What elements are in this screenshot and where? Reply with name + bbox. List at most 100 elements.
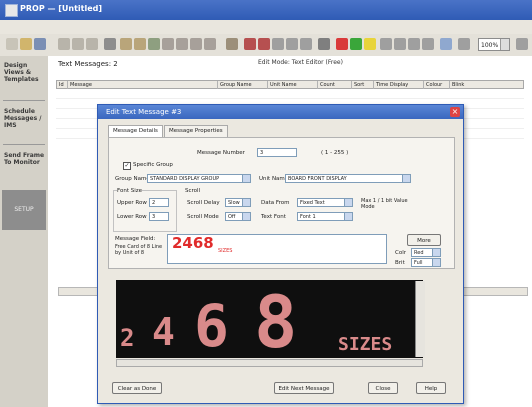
new-file-icon[interactable] [6, 38, 18, 50]
copy-icon[interactable] [72, 38, 84, 50]
open-folder-icon[interactable] [20, 38, 32, 50]
scroll-delay-label: Scroll Delay [187, 200, 220, 206]
column-header[interactable]: Unit Name [267, 81, 317, 89]
save-icon[interactable] [34, 38, 46, 50]
chevron-down-icon[interactable] [242, 213, 250, 220]
tool-icon[interactable] [244, 38, 256, 50]
chevron-down-icon[interactable] [242, 175, 250, 182]
led-char-4: 4 [152, 310, 175, 354]
column-header[interactable]: Count [317, 81, 351, 89]
colour-value: Red [414, 250, 424, 256]
group-name-select[interactable]: STANDARD DISPLAY GROUP [147, 174, 251, 183]
column-header[interactable]: Group Name [217, 81, 267, 89]
data-from-select[interactable]: Fixed Text [297, 198, 353, 207]
dialog-title: Edit Text Message #3 [98, 105, 463, 119]
colour-label: Colr [395, 250, 406, 256]
scroll-mode-value: Off [228, 214, 236, 220]
left-panel: Design Views & Templates Schedule Messag… [0, 56, 49, 407]
unit-name-select[interactable]: BOARD FRONT DISPLAY [285, 174, 411, 183]
brightness-value: Full [414, 260, 423, 266]
tool-icon[interactable] [380, 38, 392, 50]
font-size-section-label: Font Size [117, 188, 143, 194]
close-button[interactable]: Close [368, 382, 398, 394]
column-header[interactable]: Time Display [373, 81, 423, 89]
red-color-icon[interactable] [336, 38, 348, 50]
undo-icon[interactable] [226, 38, 238, 50]
vertical-scrollbar[interactable] [415, 281, 425, 357]
scroll-delay-select[interactable]: Slow [225, 198, 251, 207]
left-panel-item-design[interactable]: Design Views & Templates [4, 62, 46, 83]
paste-icon[interactable] [86, 38, 98, 50]
brightness-select[interactable]: Full [411, 258, 441, 267]
column-header[interactable]: Message [67, 81, 217, 89]
tool-icon[interactable] [422, 38, 434, 50]
chevron-down-icon[interactable] [344, 213, 352, 220]
tool-icon[interactable] [148, 38, 160, 50]
tool-icon[interactable] [318, 38, 330, 50]
scroll-mode-select[interactable]: Off [225, 212, 251, 221]
specific-group-checkbox[interactable]: ✓ [123, 162, 131, 170]
upper-row-stepper[interactable]: 2 [149, 198, 169, 207]
group-name-value: STANDARD DISPLAY GROUP [150, 176, 220, 182]
message-number-input[interactable]: 3 [257, 148, 297, 157]
tool-icon[interactable] [286, 38, 298, 50]
message-text-editor[interactable]: 2468 SIZES [167, 234, 387, 264]
tool-icon[interactable] [408, 38, 420, 50]
cut-icon[interactable] [58, 38, 70, 50]
tool-icon[interactable] [440, 38, 452, 50]
toolbar: 100% [0, 34, 532, 57]
colour-select[interactable]: Red [411, 248, 441, 257]
message-number-label: Message Number [197, 150, 245, 156]
left-panel-item-send[interactable]: Send Frame To Monitor [4, 152, 46, 166]
lower-row-label: Lower Row [117, 214, 147, 220]
message-number-range: ( 1 - 255 ) [321, 150, 349, 156]
close-icon[interactable]: × [450, 107, 460, 117]
tab-message-properties[interactable]: Message Properties [164, 125, 228, 137]
zoom-select[interactable]: 100% [478, 38, 510, 51]
yellow-color-icon[interactable] [364, 38, 376, 50]
chevron-down-icon[interactable] [432, 259, 440, 266]
tool-icon[interactable] [134, 38, 146, 50]
tool-icon[interactable] [394, 38, 406, 50]
tool-icon[interactable] [190, 38, 202, 50]
data-from-label: Data From [261, 200, 290, 206]
tool-icon[interactable] [162, 38, 174, 50]
chevron-down-icon[interactable] [500, 39, 509, 50]
clear-as-done-button[interactable]: Clear as Done [112, 382, 162, 394]
edit-next-message-button[interactable]: Edit Next Message [274, 382, 334, 394]
tool-icon[interactable] [300, 38, 312, 50]
tool-icon[interactable] [258, 38, 270, 50]
scroll-section-label: Scroll [185, 188, 201, 194]
chevron-down-icon[interactable] [432, 249, 440, 256]
data-from-value: Fixed Text [300, 200, 325, 206]
tool-icon[interactable] [176, 38, 188, 50]
chevron-down-icon[interactable] [402, 175, 410, 182]
tool-icon[interactable] [272, 38, 284, 50]
green-color-icon[interactable] [350, 38, 362, 50]
chevron-down-icon[interactable] [242, 199, 250, 206]
font-size-group [113, 190, 177, 232]
chevron-down-icon[interactable] [344, 199, 352, 206]
column-header[interactable]: Id [57, 81, 67, 89]
divider [56, 98, 524, 99]
column-header[interactable]: Colour [423, 81, 449, 89]
horizontal-scrollbar[interactable] [116, 359, 423, 367]
left-panel-setup-block[interactable]: SETUP [2, 190, 46, 230]
help-button[interactable]: Help [416, 382, 446, 394]
app-icon [5, 4, 18, 17]
divider [3, 144, 45, 145]
text-font-select[interactable]: Font 1 [297, 212, 353, 221]
left-panel-item-schedule[interactable]: Schedule Messages / IMS [4, 108, 46, 129]
print-icon[interactable] [104, 38, 116, 50]
column-header[interactable]: Sort [351, 81, 373, 89]
message-field-desc: Free Card of 8 Line by Unit of 8 [115, 244, 163, 256]
brightness-label: Brit [395, 260, 405, 266]
column-header[interactable]: Blink [449, 81, 475, 89]
tool-icon[interactable] [120, 38, 132, 50]
help-icon[interactable] [516, 38, 528, 50]
lower-row-stepper[interactable]: 3 [149, 212, 169, 221]
more-button[interactable]: More [407, 234, 441, 246]
edit-message-dialog: Edit Text Message #3 × Message Details M… [97, 104, 464, 404]
tool-icon[interactable] [458, 38, 470, 50]
tool-icon[interactable] [204, 38, 216, 50]
